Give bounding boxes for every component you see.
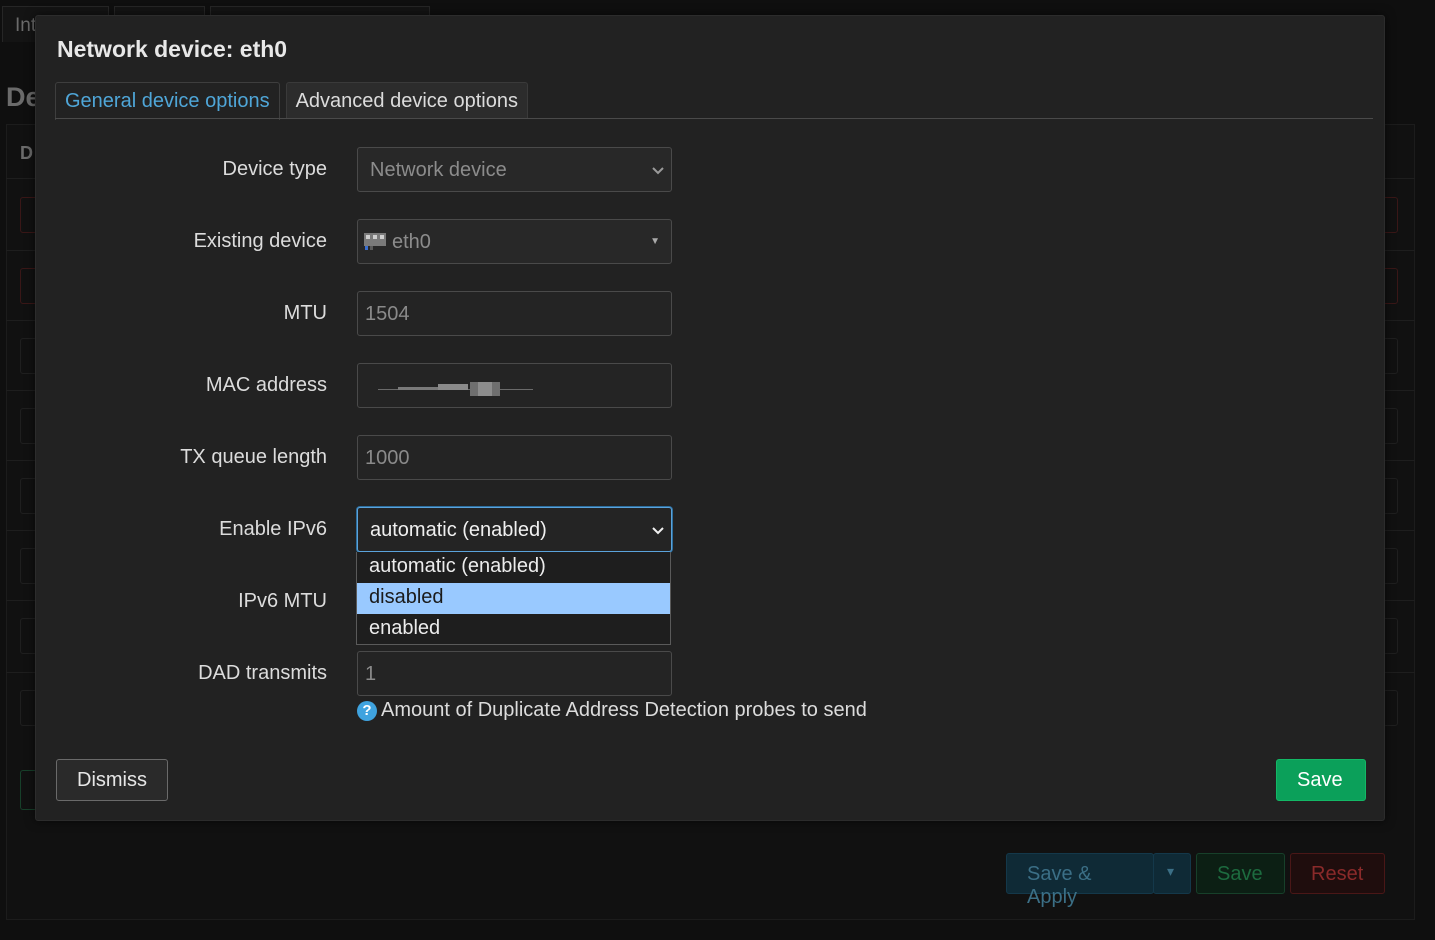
option-disabled[interactable]: disabled	[357, 583, 670, 614]
option-enabled[interactable]: enabled	[357, 614, 670, 645]
help-text: Amount of Duplicate Address Detection pr…	[381, 699, 867, 721]
save-button[interactable]: Save	[1276, 759, 1366, 801]
enable-ipv6-label: Enable IPv6	[219, 518, 327, 540]
bg-reset-button: Reset	[1290, 853, 1385, 894]
tx-queue-length-row: TX queue length 1000	[36, 435, 736, 480]
ipv6-mtu-label: IPv6 MTU	[238, 590, 327, 612]
modal-title: Network device: eth0	[57, 36, 288, 62]
device-type-select[interactable]: Network device	[357, 147, 672, 192]
option-automatic-enabled[interactable]: automatic (enabled)	[357, 552, 670, 583]
chevron-down-icon	[651, 163, 665, 177]
tx-queue-length-label: TX queue length	[180, 446, 327, 468]
enable-ipv6-row: Enable IPv6 automatic (enabled)	[36, 507, 736, 552]
tx-queue-length-input[interactable]: 1000	[357, 435, 672, 480]
ethernet-port-icon	[363, 231, 387, 251]
mac-address-input[interactable]	[357, 363, 672, 408]
mac-address-label: MAC address	[205, 374, 327, 396]
network-device-modal: Network device: eth0 General device opti…	[35, 15, 1385, 821]
dad-transmits-row: DAD transmits 1	[36, 651, 736, 696]
tab-general-device-options[interactable]: General device options	[55, 82, 280, 120]
mac-address-row: MAC address	[36, 363, 736, 408]
mtu-input[interactable]: 1504	[357, 291, 672, 336]
mtu-label: MTU	[283, 302, 327, 324]
device-type-label: Device type	[222, 158, 328, 180]
chevron-down-icon	[651, 523, 665, 537]
dad-transmits-help: ? Amount of Duplicate Address Detection p…	[357, 699, 867, 722]
existing-device-label: Existing device	[193, 230, 327, 252]
tab-bar: General device options Advanced device o…	[55, 82, 534, 120]
enable-ipv6-value: automatic (enabled)	[370, 519, 547, 541]
dad-transmits-label: DAD transmits	[198, 662, 327, 684]
device-type-row: Device type Network device	[36, 147, 736, 192]
dad-transmits-input[interactable]: 1	[357, 651, 672, 696]
enable-ipv6-select[interactable]: automatic (enabled)	[357, 507, 672, 552]
tab-advanced-device-options[interactable]: Advanced device options	[285, 82, 528, 119]
enable-ipv6-dropdown-list: automatic (enabled) disabled enabled	[356, 552, 671, 645]
bg-column-header: D	[20, 143, 33, 163]
caret-down-icon: ▼	[650, 236, 660, 247]
tab-divider	[55, 118, 1373, 119]
device-type-value: Network device	[370, 159, 507, 181]
redacted-mac-value	[378, 379, 533, 396]
dismiss-button[interactable]: Dismiss	[56, 759, 168, 801]
help-icon: ?	[357, 701, 377, 721]
existing-device-value: eth0	[392, 231, 431, 253]
bg-save-apply-button: Save & Apply	[1006, 853, 1154, 908]
bg-save-button: Save	[1196, 853, 1285, 894]
mtu-row: MTU 1504	[36, 291, 736, 336]
existing-device-row: Existing device eth0 ▼	[36, 219, 736, 264]
bg-tab-label: Int	[15, 15, 37, 36]
bg-save-apply-dropdown-icon: ▾	[1153, 853, 1191, 894]
existing-device-select[interactable]: eth0 ▼	[357, 219, 672, 264]
